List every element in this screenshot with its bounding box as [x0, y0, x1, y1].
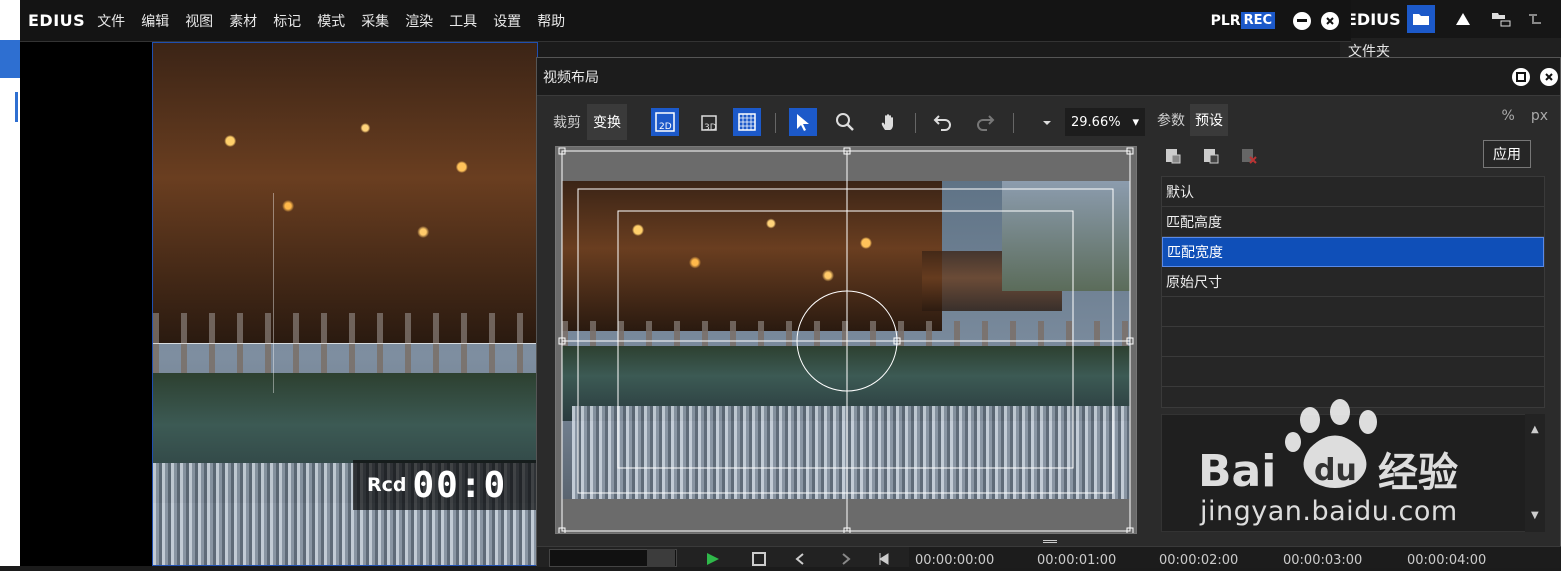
zoom-select[interactable]: 29.66% ▾	[1065, 108, 1145, 136]
dialog-close-icon[interactable]	[1540, 67, 1558, 86]
timeline-slider-knob[interactable]	[647, 549, 675, 567]
play-icon[interactable]	[705, 551, 721, 567]
menu-view[interactable]: 视图	[185, 11, 213, 31]
preset-default[interactable]: 默认	[1162, 177, 1544, 207]
bin-toolbar: EDIUS	[1340, 0, 1561, 38]
menu-settings[interactable]: 设置	[493, 11, 521, 31]
restore-icon[interactable]	[1512, 67, 1530, 86]
menu-tools[interactable]: 工具	[449, 11, 477, 31]
apply-button[interactable]: 应用	[1483, 140, 1531, 168]
stop-icon[interactable]	[751, 551, 767, 567]
grid-button[interactable]	[733, 108, 761, 136]
dialog-timeline: 00:00:00:00 00:00:01:00 00:00:02:00 00:0…	[537, 546, 1561, 568]
tab-crop[interactable]: 裁剪	[547, 104, 587, 140]
video-layout-dialog: 视频布局 裁剪 变换 2D 3D 29.66% ▾ 参数 预设 % px 应用 …	[536, 57, 1561, 568]
tab-transform[interactable]: 变换	[587, 104, 627, 140]
toolbar-separator	[915, 113, 916, 133]
dropdown-arrow-icon[interactable]	[1033, 108, 1061, 136]
prev-keyframe-icon[interactable]	[793, 551, 809, 567]
preset-empty-row	[1162, 357, 1544, 387]
preview-lights	[153, 63, 537, 323]
preset-empty-row	[1162, 297, 1544, 327]
timeline-ruler[interactable]: 00:00:00:00 00:00:01:00 00:00:02:00 00:0…	[909, 547, 1561, 568]
background-selection	[0, 40, 20, 78]
preview-guide-line	[153, 343, 537, 344]
save-preset-icon[interactable]	[1197, 142, 1225, 170]
timecode-display: Rcd 00:0	[353, 460, 543, 510]
layout-guides	[558, 147, 1134, 533]
unit-percent[interactable]: %	[1502, 108, 1515, 124]
folder-icon[interactable]	[1406, 5, 1435, 33]
undo-button[interactable]	[929, 108, 957, 136]
bin-logo: EDIUS	[1346, 9, 1401, 29]
preview-guide-vertical	[273, 193, 274, 393]
panel-tabs: 参数 预设	[1152, 104, 1228, 136]
svg-text:3D: 3D	[704, 123, 717, 133]
preset-toolbar	[1159, 142, 1263, 170]
svg-text:2D: 2D	[659, 122, 672, 132]
menu-clip[interactable]: 素材	[229, 11, 257, 31]
tab-presets[interactable]: 预设	[1190, 104, 1228, 136]
delete-preset-icon[interactable]	[1235, 142, 1263, 170]
background-indicator	[15, 92, 18, 122]
menu-capture[interactable]: 采集	[361, 11, 389, 31]
menu-help[interactable]: 帮助	[537, 11, 565, 31]
new-preset-icon[interactable]	[1159, 142, 1187, 170]
close-icon[interactable]	[1321, 11, 1339, 30]
triangle-up-icon[interactable]	[1449, 5, 1477, 33]
chevron-down-icon: ▾	[1132, 114, 1139, 130]
zoom-value: 29.66%	[1071, 114, 1121, 130]
scroll-down-icon[interactable]: ▼	[1531, 510, 1539, 521]
menu-file[interactable]: 文件	[97, 11, 125, 31]
menu-mode[interactable]: 模式	[317, 11, 345, 31]
timecode-value: 00:0	[412, 464, 508, 506]
tab-parameters[interactable]: 参数	[1152, 104, 1190, 136]
rcd-label: Rcd	[367, 474, 407, 496]
add-keyframe-icon[interactable]	[877, 551, 893, 567]
dialog-title: 视频布局	[543, 69, 599, 86]
plr-toggle[interactable]: PLR	[1211, 13, 1241, 29]
mode-2d-button[interactable]: 2D	[651, 108, 679, 136]
resize-grip-icon[interactable]	[1043, 540, 1057, 543]
background-window-edge	[0, 0, 20, 566]
mode-3d-button[interactable]: 3D	[695, 108, 723, 136]
menu-render[interactable]: 渲染	[405, 11, 433, 31]
select-tool-button[interactable]	[789, 108, 817, 136]
preset-fit-width[interactable]: 匹配宽度	[1162, 237, 1544, 267]
preset-original-size[interactable]: 原始尺寸	[1162, 267, 1544, 297]
dialog-title-bar: 视频布局	[537, 58, 1560, 96]
scroll-up-icon[interactable]: ▲	[1531, 424, 1539, 435]
folder-tree-icon[interactable]	[1487, 5, 1515, 33]
rec-toggle[interactable]: REC	[1240, 12, 1275, 29]
preset-list: 默认 匹配高度 匹配宽度 原始尺寸	[1161, 176, 1545, 408]
preset-empty-row	[1162, 327, 1544, 357]
unit-switch: % px	[1502, 108, 1548, 124]
watermark-url: jingyan.baidu.com	[1200, 496, 1458, 527]
toolbar-separator	[775, 113, 776, 133]
menu-marker[interactable]: 标记	[273, 11, 301, 31]
redo-button[interactable]	[971, 108, 999, 136]
next-keyframe-icon[interactable]	[837, 551, 853, 567]
dialog-tabs: 裁剪 变换	[547, 104, 627, 140]
unit-px[interactable]: px	[1531, 108, 1548, 124]
layout-canvas[interactable]	[555, 146, 1137, 534]
network-icon[interactable]	[1521, 5, 1549, 33]
zoom-tool-button[interactable]	[831, 108, 859, 136]
preset-preview-scrollbar[interactable]: ▲ ▼	[1525, 414, 1545, 532]
app-logo: EDIUS	[28, 11, 86, 30]
preset-fit-height[interactable]: 匹配高度	[1162, 207, 1544, 237]
toolbar-separator	[1013, 113, 1014, 133]
player-background	[20, 42, 152, 566]
hand-tool-button[interactable]	[875, 108, 903, 136]
main-menu-bar: EDIUS 文件 编辑 视图 素材 标记 模式 采集 渲染 工具 设置 帮助 P…	[20, 0, 1351, 42]
minimize-icon[interactable]	[1293, 11, 1311, 30]
menu-edit[interactable]: 编辑	[141, 11, 169, 31]
